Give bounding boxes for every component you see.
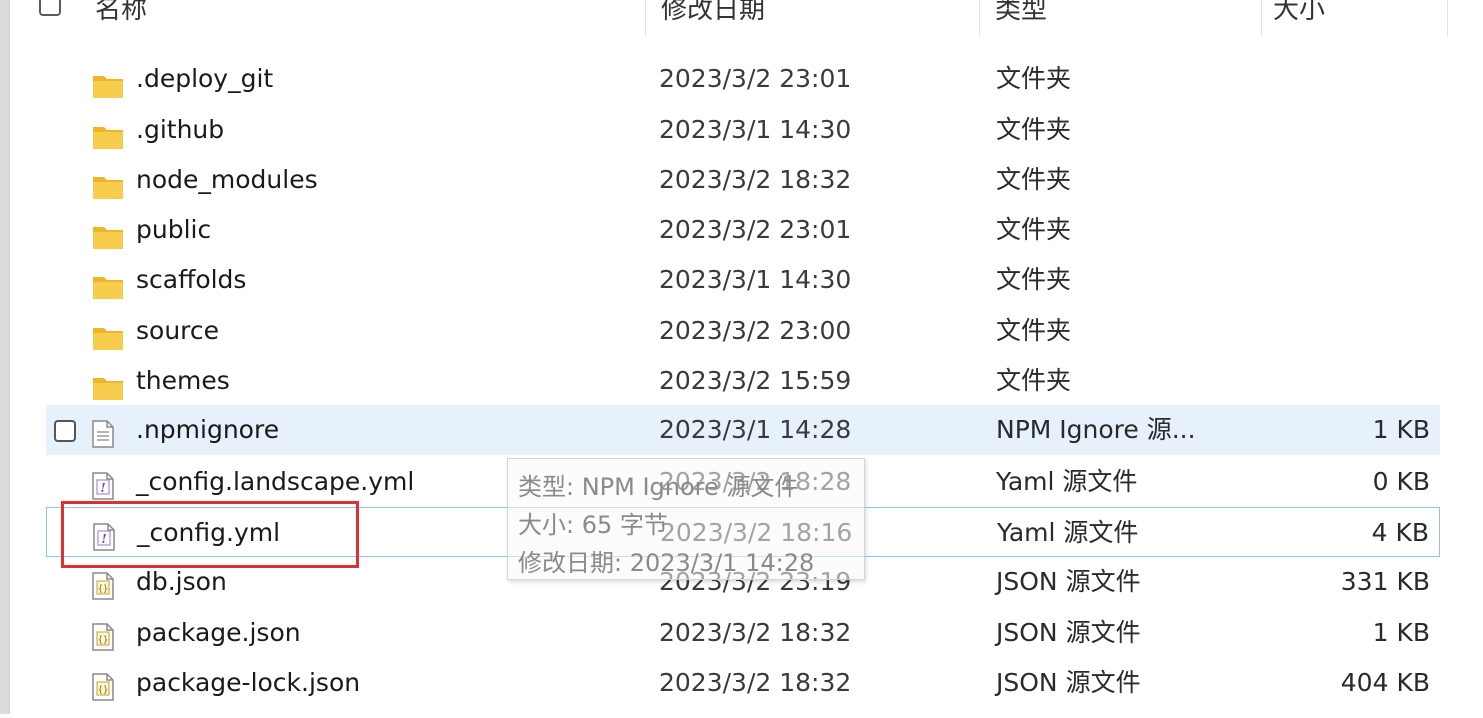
tooltip-size: 大小: 65 字节 <box>518 511 668 539</box>
file-modified-date: 2023/3/1 14:30 <box>659 265 852 294</box>
svg-text:{}: {} <box>98 585 109 595</box>
file-size: 331 KB <box>1340 567 1430 596</box>
file-name[interactable]: scaffolds <box>136 255 246 305</box>
file-name[interactable]: themes <box>136 356 230 406</box>
svg-text:!: ! <box>100 481 105 495</box>
file-row[interactable]: {} package.json 2023/3/2 18:32 JSON 源文件 1 KB <box>46 608 1440 658</box>
select-all-checkbox[interactable] <box>39 0 61 16</box>
window-left-edge <box>0 0 10 714</box>
file-modified-date: 2023/3/2 15:59 <box>659 366 852 395</box>
file-row[interactable]: themes 2023/3/2 15:59 文件夹 <box>46 356 1440 406</box>
file-type: NPM Ignore 源... <box>996 415 1196 444</box>
file-row[interactable]: scaffolds 2023/3/1 14:30 文件夹 <box>46 255 1440 305</box>
file-size: 1 KB <box>1372 618 1430 647</box>
file-row[interactable]: .deploy_git 2023/3/2 23:01 文件夹 <box>46 54 1440 104</box>
file-name[interactable]: public <box>136 205 211 255</box>
column-header-type[interactable]: 类型 <box>995 0 1047 26</box>
file-type: 文件夹 <box>996 215 1072 244</box>
file-row[interactable]: node_modules 2023/3/2 18:32 文件夹 <box>46 155 1440 205</box>
column-header-size[interactable]: 大小 <box>1273 0 1325 26</box>
file-size: 0 KB <box>1372 467 1430 496</box>
file-name[interactable]: node_modules <box>136 155 318 205</box>
file-modified-date: 2023/3/2 18:32 <box>659 618 852 647</box>
file-modified-date: 2023/3/2 23:00 <box>659 316 852 345</box>
file-size: 1 KB <box>1372 415 1430 444</box>
column-separator[interactable] <box>1261 0 1262 36</box>
svg-text:{}: {} <box>98 686 109 696</box>
column-separator[interactable] <box>1447 0 1448 36</box>
row-checkbox[interactable] <box>54 420 76 442</box>
file-size: 404 KB <box>1340 668 1430 697</box>
file-modified-date: 2023/3/2 23:01 <box>659 64 852 93</box>
file-type: 文件夹 <box>996 64 1072 93</box>
column-separator[interactable] <box>645 0 646 36</box>
file-modified-date: 2023/3/2 18:32 <box>659 165 852 194</box>
column-separator[interactable] <box>979 0 980 36</box>
file-type: 文件夹 <box>996 265 1072 294</box>
file-type: 文件夹 <box>996 115 1072 144</box>
svg-text:{}: {} <box>98 636 109 646</box>
file-type: 文件夹 <box>996 366 1072 395</box>
file-name[interactable]: source <box>136 306 219 356</box>
file-size: 4 KB <box>1371 518 1429 547</box>
annotation-highlight-box <box>61 501 359 568</box>
column-header: 名称 修改日期 类型 大小 <box>9 0 1483 38</box>
file-type: 文件夹 <box>996 165 1072 194</box>
file-row[interactable]: .npmignore 2023/3/1 14:28 NPM Ignore 源... 1… <box>46 405 1440 455</box>
file-type: Yaml 源文件 <box>997 518 1139 547</box>
column-header-name[interactable]: 名称 <box>95 0 147 26</box>
file-row[interactable]: source 2023/3/2 23:00 文件夹 <box>46 306 1440 356</box>
file-type: Yaml 源文件 <box>996 467 1138 496</box>
file-modified-date: 2023/3/1 14:28 <box>659 415 852 444</box>
file-name[interactable]: .npmignore <box>136 405 279 455</box>
file-name[interactable]: package.json <box>136 608 301 658</box>
file-modified-date: 2023/3/2 23:01 <box>659 215 852 244</box>
file-row[interactable]: .github 2023/3/1 14:30 文件夹 <box>46 105 1440 155</box>
file-name[interactable]: package-lock.json <box>136 658 360 708</box>
json-file-icon: {} <box>92 668 114 718</box>
file-modified-date: 2023/3/1 14:30 <box>659 115 852 144</box>
file-type: JSON 源文件 <box>996 567 1141 596</box>
tooltip-type: 类型: NPM Ignore 源文件 <box>518 473 799 501</box>
file-info-tooltip: 类型: NPM Ignore 源文件 大小: 65 字节 修改日期: 2023/… <box>507 458 865 580</box>
file-type: 文件夹 <box>996 316 1072 345</box>
file-name[interactable]: _config.landscape.yml <box>136 457 414 507</box>
file-type: JSON 源文件 <box>996 668 1141 697</box>
file-modified-date: 2023/3/2 18:32 <box>659 668 852 697</box>
file-row[interactable]: public 2023/3/2 23:01 文件夹 <box>46 205 1440 255</box>
file-name[interactable]: .deploy_git <box>136 54 273 104</box>
file-type: JSON 源文件 <box>996 618 1141 647</box>
file-row[interactable]: {} package-lock.json 2023/3/2 18:32 JSON 源文… <box>46 658 1440 708</box>
column-header-date[interactable]: 修改日期 <box>661 0 765 26</box>
file-name[interactable]: .github <box>136 105 224 155</box>
tooltip-modified-date: 修改日期: 2023/3/1 14:28 <box>518 549 815 577</box>
